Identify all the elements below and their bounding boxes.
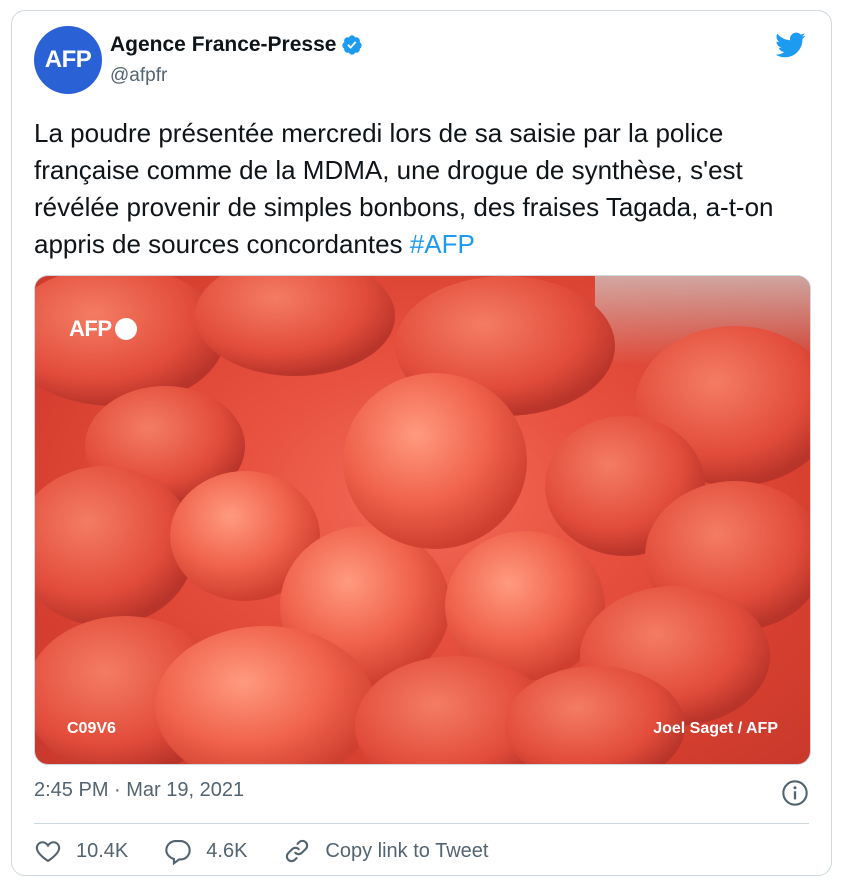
afp-watermark-logo: AFP [69, 316, 137, 342]
action-bar: 10.4K 4.6K Copy link to Tweet [34, 837, 524, 865]
avatar[interactable]: AFP [34, 26, 102, 94]
twitter-bird-icon[interactable] [771, 29, 809, 61]
verified-badge-icon [341, 34, 363, 56]
reply-icon [165, 840, 191, 865]
copy-link-label: Copy link to Tweet [325, 839, 489, 862]
tweet-photo[interactable]: AFP C09V6 Joel Saget / AFP [34, 275, 811, 765]
tweet-card: AFP Agence France-Presse @afpfr La poudr… [11, 10, 832, 876]
afp-watermark-text: AFP [69, 316, 112, 341]
candy-illustration [35, 276, 810, 764]
tweet-body: La poudre présentée mercredi lors de sa … [34, 118, 774, 259]
reply-count: 4.6K [206, 839, 248, 862]
tweet-timestamp[interactable]: 2:45 PM · Mar 19, 2021 [34, 779, 244, 802]
avatar-label: AFP [44, 46, 92, 73]
photo-credit: Joel Saget / AFP [653, 720, 778, 737]
author-name[interactable]: Agence France-Presse [110, 33, 336, 57]
link-icon [286, 839, 309, 863]
divider [34, 823, 809, 824]
photo-code: C09V6 [67, 720, 116, 737]
tweet-text: La poudre présentée mercredi lors de sa … [34, 115, 814, 263]
heart-icon [35, 841, 61, 863]
author-handle[interactable]: @afpfr [110, 65, 167, 87]
copy-link-button[interactable]: Copy link to Tweet [283, 837, 488, 865]
info-icon[interactable] [781, 779, 809, 807]
reply-button[interactable]: 4.6K [164, 837, 247, 865]
like-button[interactable]: 10.4K [34, 837, 128, 865]
hashtag-link[interactable]: #AFP [410, 229, 475, 259]
afp-watermark-dot [114, 318, 137, 340]
author-name-row: Agence France-Presse [110, 33, 363, 57]
like-count: 10.4K [76, 839, 129, 862]
